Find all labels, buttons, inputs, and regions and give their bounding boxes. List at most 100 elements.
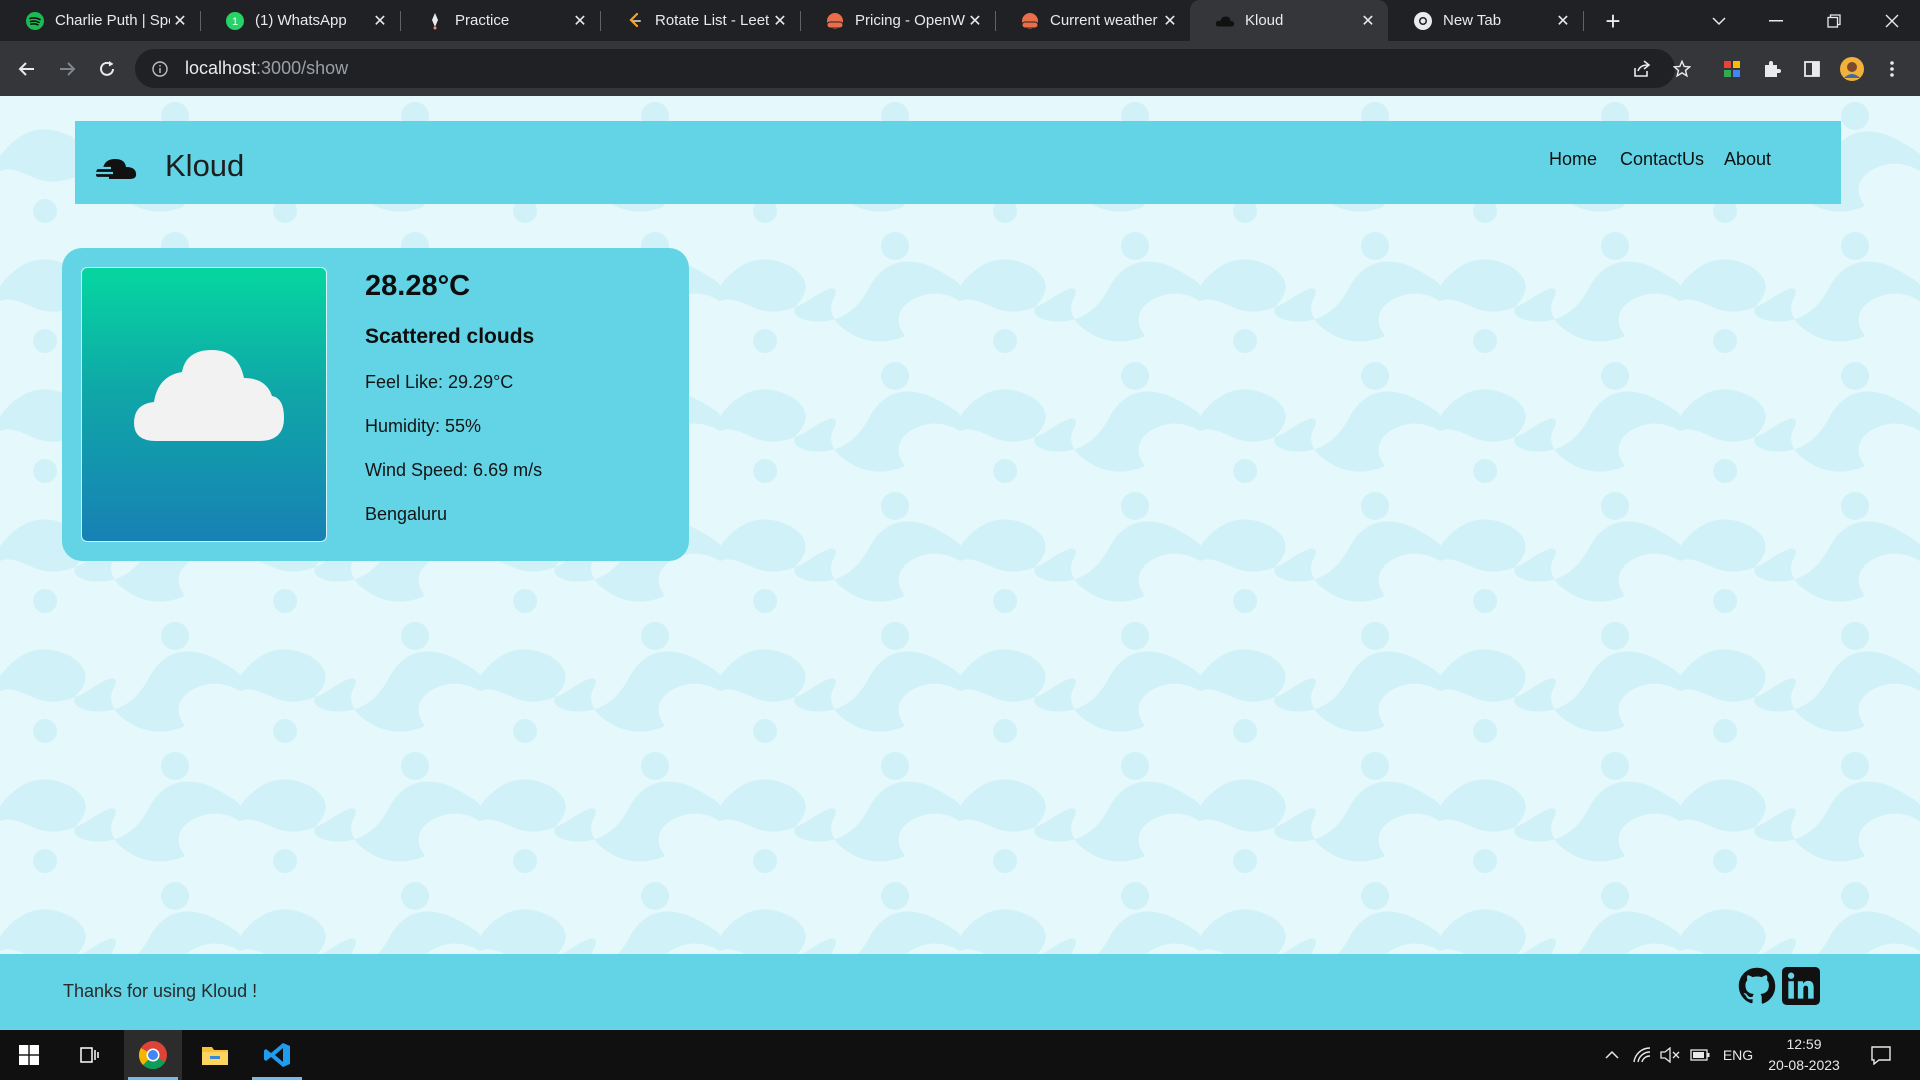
- github-icon[interactable]: [1738, 967, 1776, 1005]
- taskbar-file-explorer[interactable]: [186, 1030, 244, 1080]
- address-bar[interactable]: localhost:3000/show: [135, 49, 1675, 88]
- volume-button[interactable]: [1658, 1030, 1682, 1080]
- tab-strip: Charlie Puth | Spo ✕ 1 (1) WhatsApp ✕ Pr…: [0, 0, 1920, 41]
- wifi-icon: [1633, 1047, 1651, 1063]
- extensions-menu-button[interactable]: [1756, 53, 1788, 85]
- reload-icon: [100, 61, 114, 76]
- task-view-button[interactable]: [60, 1030, 118, 1080]
- clock-date: 20-08-2023: [1768, 1057, 1840, 1073]
- close-tab-icon[interactable]: ✕: [1160, 11, 1180, 31]
- back-arrow-icon: [18, 62, 34, 76]
- file-explorer-icon: [202, 1047, 228, 1065]
- wave-pattern-background: [0, 96, 1920, 1030]
- chrome-icon: [139, 1041, 167, 1070]
- new-tab-button[interactable]: +: [1598, 6, 1628, 36]
- vscode-icon: [264, 1043, 290, 1067]
- minimize-icon: [1769, 19, 1783, 21]
- tab-title: Kloud: [1245, 12, 1284, 29]
- tab-openweather-pricing[interactable]: Pricing - OpenWe ✕: [800, 0, 995, 41]
- nav-link-home[interactable]: Home: [1549, 149, 1597, 170]
- taskbar-chrome[interactable]: [124, 1030, 182, 1080]
- tab-title: (1) WhatsApp: [255, 12, 347, 29]
- window-close-button[interactable]: [1864, 0, 1920, 41]
- brand-name[interactable]: Kloud: [165, 148, 244, 184]
- nav-link-contactus[interactable]: ContactUs: [1620, 149, 1704, 170]
- tab-title: Pricing - OpenWe: [855, 12, 965, 29]
- task-view-icon: [80, 1047, 99, 1063]
- close-icon: [1885, 14, 1899, 27]
- close-tab-icon[interactable]: ✕: [570, 11, 590, 31]
- minimize-button[interactable]: [1748, 0, 1804, 41]
- extension-button[interactable]: [1716, 53, 1748, 85]
- battery-button[interactable]: [1688, 1030, 1712, 1080]
- colorful-extension-icon: [1724, 61, 1740, 77]
- tab-practice[interactable]: Practice ✕: [400, 0, 600, 41]
- close-tab-icon[interactable]: ✕: [370, 11, 390, 31]
- browser-toolbar: localhost:3000/show: [0, 41, 1920, 96]
- close-tab-icon[interactable]: ✕: [770, 11, 790, 31]
- site-navbar: Kloud Home ContactUs About: [75, 121, 1841, 204]
- tab-title: Current weather d: [1050, 12, 1160, 29]
- browser-menu-button[interactable]: [1876, 53, 1908, 85]
- side-panel-button[interactable]: [1796, 53, 1828, 85]
- restore-button[interactable]: [1806, 0, 1862, 41]
- svg-text:1: 1: [232, 16, 238, 28]
- volume-muted-icon: [1660, 1047, 1680, 1063]
- openweather-icon: [1020, 11, 1040, 31]
- tab-leetcode[interactable]: Rotate List - Leet ✕: [600, 0, 800, 41]
- weather-description: Scattered clouds: [365, 325, 535, 348]
- temperature: 28.28°C: [365, 270, 471, 302]
- url-host: localhost: [185, 58, 257, 78]
- language-indicator[interactable]: ENG: [1718, 1030, 1758, 1080]
- practice-icon: [425, 11, 445, 31]
- avatar: [1840, 57, 1864, 81]
- linkedin-icon[interactable]: [1782, 967, 1820, 1005]
- chevron-down-icon: [1712, 16, 1726, 25]
- taskbar-clock[interactable]: 12:59 20-08-2023: [1764, 1034, 1844, 1076]
- profile-button[interactable]: [1836, 53, 1868, 85]
- weather-image: [81, 267, 327, 542]
- cloud-logo-icon[interactable]: [93, 151, 139, 181]
- side-panel-icon: [1804, 61, 1820, 77]
- tab-new-tab[interactable]: New Tab ✕: [1388, 0, 1583, 41]
- leetcode-icon: [625, 11, 645, 31]
- close-tab-icon[interactable]: ✕: [1553, 11, 1573, 31]
- tab-kloud[interactable]: Kloud ✕: [1190, 0, 1388, 41]
- city-name: Bengaluru: [365, 504, 448, 524]
- weather-card: 28.28°C Scattered clouds Feel Like: 29.2…: [62, 248, 689, 561]
- site-footer: Thanks for using Kloud !: [0, 954, 1920, 1030]
- nav-link-about[interactable]: About: [1724, 149, 1771, 170]
- back-button[interactable]: [11, 53, 43, 85]
- tab-spotify[interactable]: Charlie Puth | Spo ✕: [0, 0, 200, 41]
- chevron-up-icon: [1605, 1050, 1619, 1059]
- puzzle-icon: [1765, 61, 1781, 77]
- clock-time: 12:59: [1786, 1036, 1822, 1052]
- close-tab-icon[interactable]: ✕: [170, 11, 190, 31]
- notifications-button[interactable]: [1866, 1030, 1896, 1080]
- share-icon: [1634, 60, 1651, 77]
- site-info-icon[interactable]: [151, 60, 169, 78]
- reload-button[interactable]: [91, 53, 123, 85]
- wind-speed: Wind Speed: 6.69 m/s: [365, 460, 543, 480]
- kebab-menu-icon: [1890, 61, 1894, 77]
- start-button[interactable]: [0, 1030, 58, 1080]
- close-tab-icon[interactable]: ✕: [965, 11, 985, 31]
- tab-openweather-current[interactable]: Current weather d ✕: [995, 0, 1190, 41]
- humidity: Humidity: 55%: [365, 416, 482, 436]
- page-viewport: Kloud Home ContactUs About 28.28°C Scatt…: [0, 96, 1920, 1030]
- close-tab-icon[interactable]: ✕: [1358, 11, 1378, 31]
- tab-whatsapp[interactable]: 1 (1) WhatsApp ✕: [200, 0, 400, 41]
- share-button[interactable]: [1626, 53, 1658, 85]
- tab-title: New Tab: [1443, 12, 1502, 29]
- show-hidden-icons-button[interactable]: [1600, 1030, 1624, 1080]
- tab-search-button[interactable]: [1691, 0, 1747, 41]
- tab-title: Practice: [455, 12, 510, 29]
- taskbar-vscode[interactable]: [248, 1030, 306, 1080]
- star-icon: [1673, 60, 1691, 78]
- network-button[interactable]: [1630, 1030, 1654, 1080]
- scattered-clouds-icon: [134, 350, 284, 441]
- windows-start-icon: [19, 1045, 39, 1065]
- forward-button[interactable]: [51, 53, 83, 85]
- bookmark-button[interactable]: [1666, 53, 1698, 85]
- tab-title: Charlie Puth | Spo: [55, 12, 170, 29]
